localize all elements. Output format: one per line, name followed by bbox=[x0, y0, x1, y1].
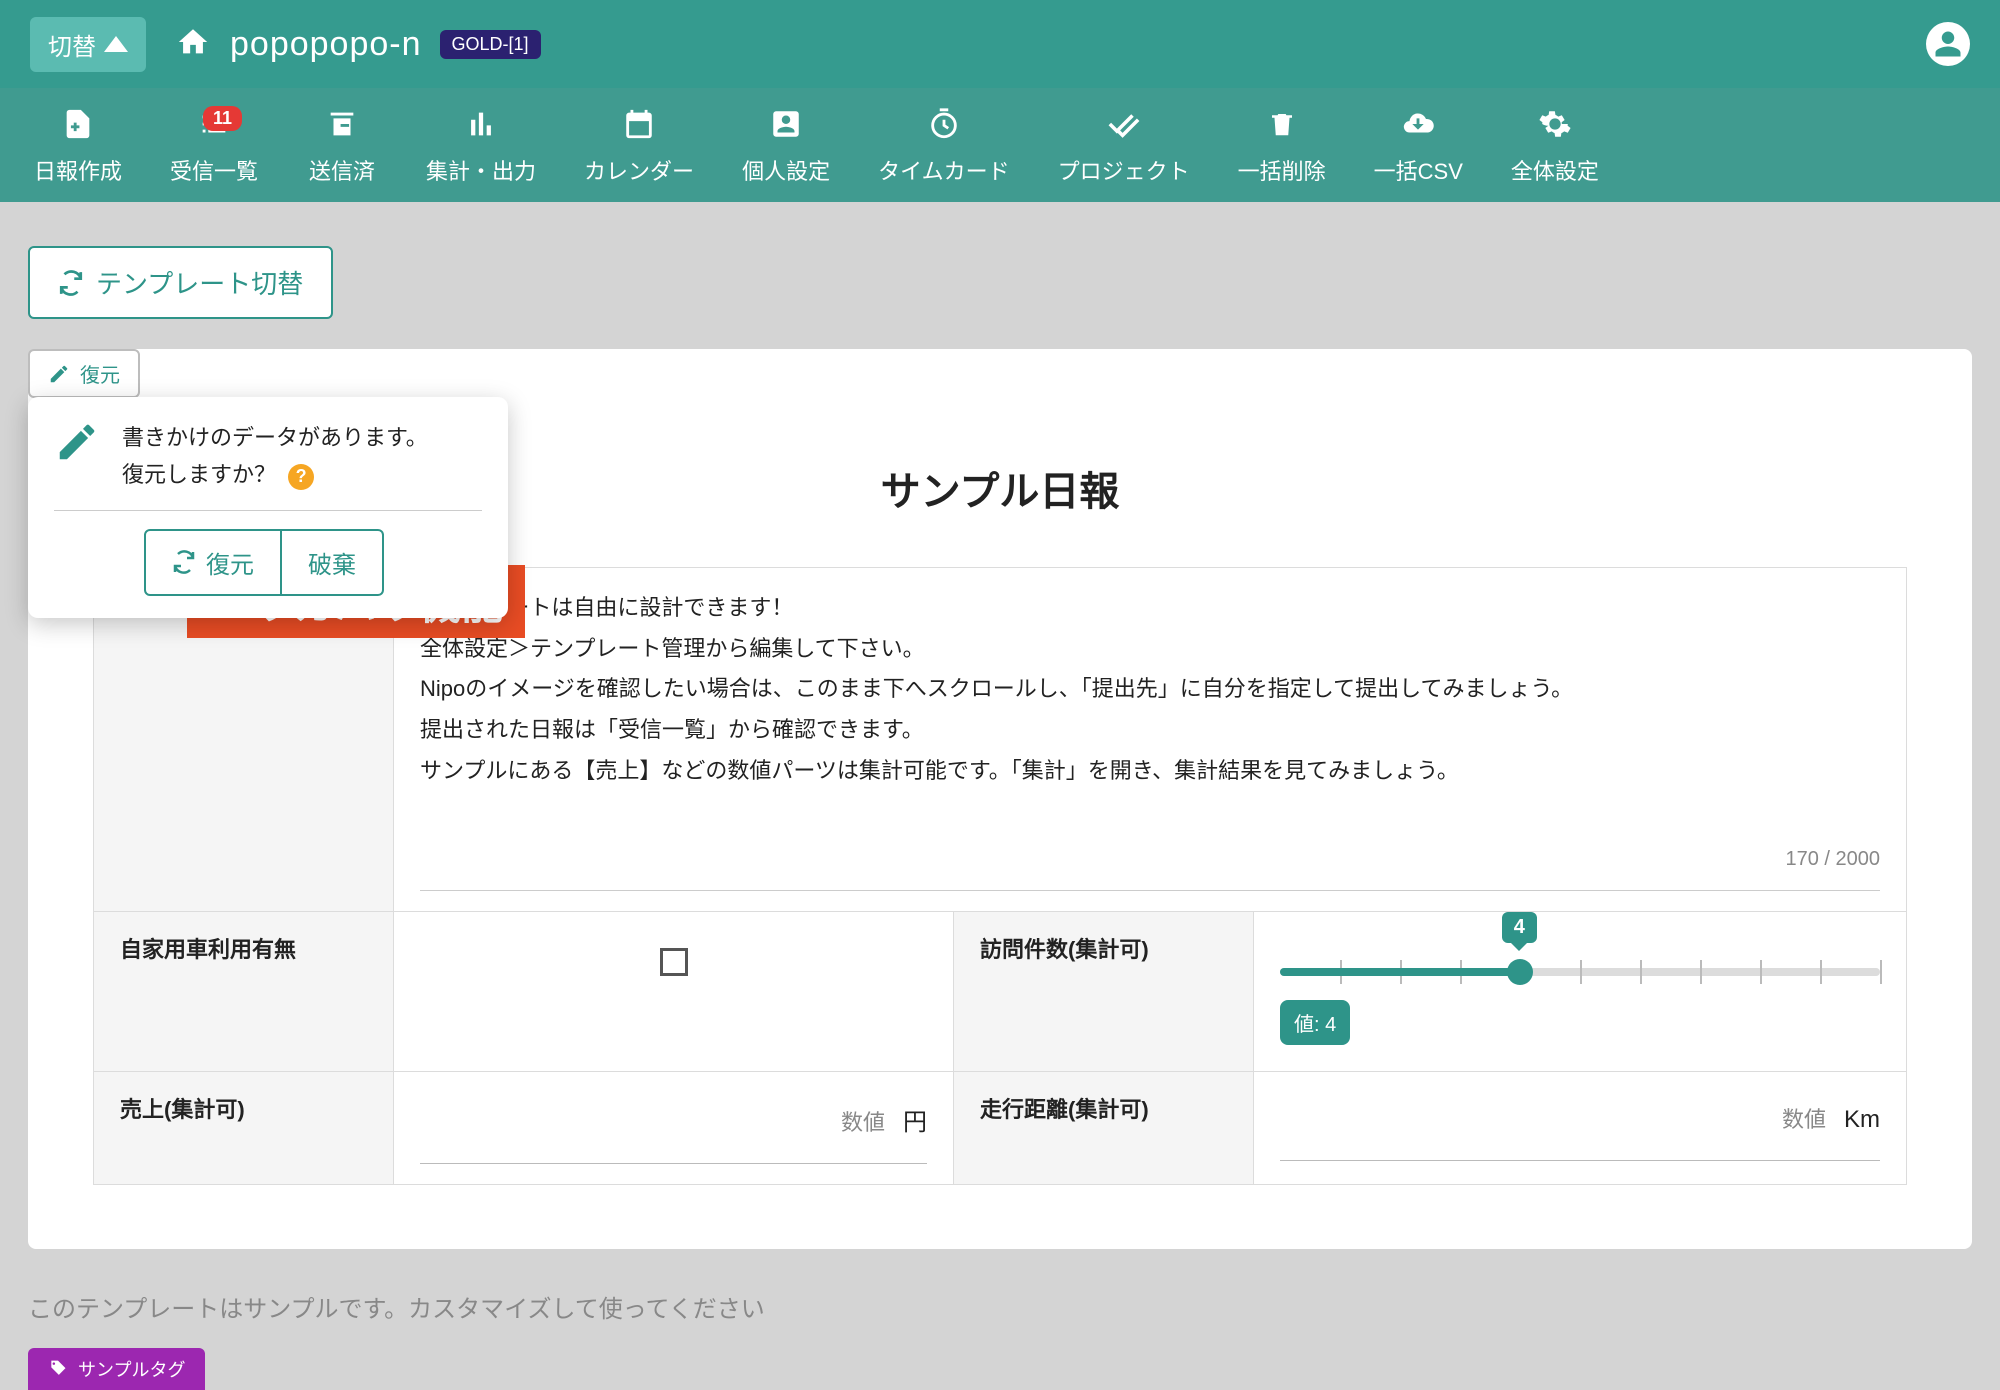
discard-button-label: 破棄 bbox=[308, 545, 356, 580]
desc-line: 全体設定＞テンプレート管理から編集して下さい。 bbox=[420, 629, 1880, 670]
recovery-message: 書きかけのデータがあります。 復元しますか？ ? bbox=[122, 419, 428, 494]
nav-calendar[interactable]: カレンダー bbox=[560, 104, 718, 186]
table-row: 自家用車利用有無 訪問件数(集計可) 4 値: 4 bbox=[94, 912, 1907, 1072]
calendar-icon bbox=[622, 104, 656, 144]
slider-tooltip: 4 bbox=[1502, 912, 1537, 943]
recovery-popup: 書きかけのデータがあります。 復元しますか？ ? 復元 破棄 bbox=[28, 397, 508, 618]
timer-icon bbox=[927, 104, 961, 144]
desc-line: テンプレートは自由に設計できます！ bbox=[420, 588, 1880, 629]
nav-label: 個人設定 bbox=[742, 154, 830, 186]
checkbox-input[interactable] bbox=[660, 948, 688, 976]
nav-inbox[interactable]: 11 受信一覧 bbox=[146, 104, 282, 186]
nav-label: 一括CSV bbox=[1374, 154, 1463, 186]
pencil-icon bbox=[48, 363, 70, 385]
nav-label: 送信済 bbox=[309, 154, 375, 186]
bar-chart-icon bbox=[464, 104, 498, 144]
triangle-up-icon bbox=[104, 36, 128, 52]
avatar[interactable] bbox=[1926, 22, 1970, 66]
nav-personal-settings[interactable]: 個人設定 bbox=[718, 104, 854, 186]
restore-tab-label: 復元 bbox=[80, 359, 120, 388]
slider-fill bbox=[1280, 968, 1520, 976]
trash-icon bbox=[1267, 104, 1297, 144]
refresh-icon bbox=[172, 550, 196, 574]
nav-label: 集計・出力 bbox=[426, 154, 536, 186]
row-caruse-value-cell bbox=[394, 912, 954, 1072]
toggle-label: 切替 bbox=[48, 27, 96, 62]
desc-line: Nipoのイメージを確認したい場合は、このまま下へスクロールし、「提出先」に自分… bbox=[420, 669, 1880, 710]
row-distance-value-cell[interactable]: 数値 Km bbox=[1254, 1072, 1907, 1185]
app-name: popopopo-n bbox=[230, 25, 422, 64]
restore-button[interactable]: 復元 bbox=[144, 529, 282, 596]
discard-button[interactable]: 破棄 bbox=[282, 529, 384, 596]
template-switch-button[interactable]: テンプレート切替 bbox=[28, 246, 333, 319]
file-plus-icon bbox=[61, 104, 95, 144]
refresh-icon bbox=[58, 270, 84, 296]
divider bbox=[54, 510, 482, 511]
table-row: 売上(集計可) 数値 円 走行距離(集計可) 数値 Km bbox=[94, 1072, 1907, 1185]
tag-chip-label: サンプルタグ bbox=[78, 1356, 185, 1382]
home-icon[interactable] bbox=[176, 25, 210, 64]
divider bbox=[420, 890, 1880, 891]
nav-sent[interactable]: 送信済 bbox=[282, 104, 402, 186]
recovery-msg-line1: 書きかけのデータがあります。 bbox=[122, 419, 428, 456]
sales-unit: 円 bbox=[903, 1102, 927, 1137]
toggle-button[interactable]: 切替 bbox=[30, 17, 146, 72]
row-caruse-label: 自家用車利用有無 bbox=[94, 912, 394, 1072]
main-nav: 日報作成 11 受信一覧 送信済 集計・出力 カレンダー 個人設定 タイムカード… bbox=[0, 88, 2000, 202]
plan-badge: GOLD-[1] bbox=[440, 30, 541, 59]
restore-button-label: 復元 bbox=[206, 545, 254, 580]
sample-tag-chip[interactable]: サンプルタグ bbox=[28, 1348, 205, 1390]
archive-icon bbox=[325, 104, 359, 144]
row-distance-label: 走行距離(集計可) bbox=[954, 1072, 1254, 1185]
distance-input-placeholder: 数値 bbox=[1782, 1102, 1826, 1134]
pencil-icon bbox=[54, 419, 100, 470]
person-box-icon bbox=[769, 104, 803, 144]
slider-track[interactable] bbox=[1280, 968, 1880, 976]
input-underline bbox=[1280, 1160, 1880, 1161]
nav-bulk-csv[interactable]: 一括CSV bbox=[1350, 104, 1487, 186]
row-today-value-cell[interactable]: テンプレートは自由に設計できます！ 全体設定＞テンプレート管理から編集して下さい… bbox=[394, 568, 1907, 912]
desc-line: 提出された日報は「受信一覧」から確認できます。 bbox=[420, 710, 1880, 751]
app-header: 切替 popopopo-n GOLD-[1] bbox=[0, 0, 2000, 88]
gear-icon bbox=[1538, 104, 1572, 144]
help-icon[interactable]: ? bbox=[288, 464, 314, 490]
footer-note: このテンプレートはサンプルです。カスタマイズして使ってください bbox=[28, 1289, 1972, 1324]
recovery-msg-line2: 復元しますか？ bbox=[122, 462, 276, 487]
cloud-download-icon bbox=[1399, 104, 1437, 144]
nav-label: 日報作成 bbox=[34, 154, 122, 186]
nav-label: タイムカード bbox=[878, 154, 1010, 186]
distance-unit: Km bbox=[1844, 1106, 1880, 1134]
report-card: 復元 書きかけのデータがあります。 復元しますか？ ? bbox=[28, 349, 1972, 1249]
sales-input-placeholder: 数値 bbox=[841, 1105, 885, 1137]
nav-badge: 11 bbox=[203, 106, 242, 131]
nav-bulk-delete[interactable]: 一括削除 bbox=[1214, 104, 1350, 186]
tag-icon bbox=[48, 1359, 68, 1379]
row-visits-value-cell: 4 値: 4 bbox=[1254, 912, 1907, 1072]
char-counter: 170 / 2000 bbox=[420, 841, 1880, 878]
nav-label: 全体設定 bbox=[1511, 154, 1599, 186]
desc-line: サンプルにある【売上】などの数値パーツは集計可能です。「集計」を開き、集計結果を… bbox=[420, 751, 1880, 792]
content-area: テンプレート切替 復元 書きかけのデータがあります。 復元しますか？ ? bbox=[0, 202, 2000, 1324]
nav-timecard[interactable]: タイムカード bbox=[854, 104, 1034, 186]
nav-label: 受信一覧 bbox=[170, 154, 258, 186]
check-double-icon bbox=[1105, 104, 1143, 144]
nav-project[interactable]: プロジェクト bbox=[1034, 104, 1214, 186]
nav-aggregate[interactable]: 集計・出力 bbox=[402, 104, 560, 186]
report-form-table: 今日 テンプレートは自由に設計できます！ 全体設定＞テンプレート管理から編集して… bbox=[93, 567, 1907, 1185]
row-sales-value-cell[interactable]: 数値 円 bbox=[394, 1072, 954, 1185]
restore-tab-button[interactable]: 復元 bbox=[28, 349, 140, 398]
nav-create-report[interactable]: 日報作成 bbox=[10, 104, 146, 186]
row-visits-label: 訪問件数(集計可) bbox=[954, 912, 1254, 1072]
slider-value-chip: 値: 4 bbox=[1280, 1000, 1350, 1045]
nav-label: プロジェクト bbox=[1058, 154, 1190, 186]
nav-label: 一括削除 bbox=[1238, 154, 1326, 186]
slider-thumb[interactable] bbox=[1507, 959, 1533, 985]
template-switch-label: テンプレート切替 bbox=[96, 264, 303, 301]
nav-global-settings[interactable]: 全体設定 bbox=[1487, 104, 1623, 186]
input-underline bbox=[420, 1163, 927, 1164]
row-sales-label: 売上(集計可) bbox=[94, 1072, 394, 1185]
nav-label: カレンダー bbox=[584, 154, 694, 186]
